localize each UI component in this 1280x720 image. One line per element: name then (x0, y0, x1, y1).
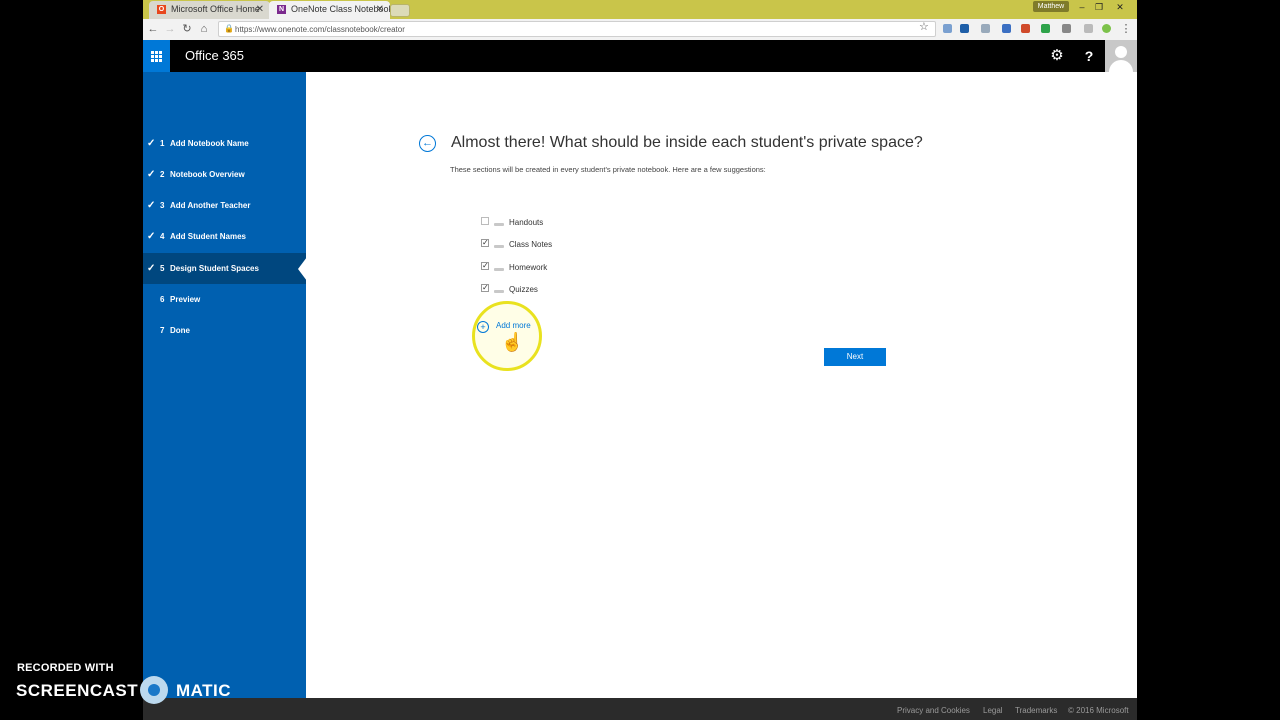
step-number: 1 (160, 139, 165, 148)
drag-handle-icon[interactable] (494, 223, 504, 226)
tab-strip: O Microsoft Office Home ✕ N OneNote Clas… (143, 0, 1137, 19)
extension-icon[interactable] (1062, 24, 1071, 33)
waffle-icon (151, 51, 162, 62)
extension-icon[interactable] (943, 24, 952, 33)
checkmark-icon: ✓ (147, 169, 156, 180)
checkmark-icon: ✓ (482, 261, 489, 270)
watermark-matic: MATIC (176, 681, 232, 700)
step-number: 3 (160, 201, 165, 210)
app-launcher-button[interactable] (143, 40, 170, 72)
step-label: Add Student Names (170, 232, 247, 241)
back-arrow-icon[interactable]: ← (419, 135, 436, 152)
bookmark-star-icon[interactable]: ☆ (919, 20, 929, 34)
step-label: Preview (170, 295, 201, 304)
section-checkbox[interactable]: ✓ (481, 262, 489, 270)
active-step-indicator (298, 257, 307, 281)
office-logo-icon: O (157, 5, 166, 14)
page-subtitle: These sections will be created in every … (450, 165, 766, 174)
step-number: 7 (160, 326, 165, 335)
sidebar-step-done: 7 Done (143, 315, 306, 346)
footer-link-trademarks[interactable]: Trademarks (1015, 698, 1057, 720)
tab-label: Microsoft Office Home (171, 4, 260, 14)
drag-handle-icon[interactable] (494, 290, 504, 293)
minimize-icon[interactable]: – (1073, 1, 1091, 15)
url-text: https://www.onenote.com/classnotebook/cr… (235, 25, 405, 34)
sidebar-step-add-another-teacher[interactable]: ✓ 3 Add Another Teacher (143, 190, 306, 221)
sidebar-step-notebook-overview[interactable]: ✓ 2 Notebook Overview (143, 159, 306, 190)
step-label: Add Another Teacher (170, 201, 251, 210)
extension-icon[interactable] (1102, 24, 1111, 33)
section-label: Quizzes (509, 285, 538, 294)
section-checkbox[interactable]: ✓ (481, 239, 489, 247)
add-more-label: Add more (496, 321, 531, 330)
help-icon[interactable]: ? (1073, 40, 1105, 72)
menu-kebab-icon[interactable]: ⋮ (1119, 22, 1133, 36)
checkmark-icon: ✓ (147, 231, 156, 242)
screencast-logo-icon (140, 676, 168, 704)
next-button[interactable]: Next (824, 348, 886, 366)
avatar[interactable] (1105, 40, 1137, 72)
sidebar-step-design-student-spaces[interactable]: ✓ 5 Design Student Spaces (143, 253, 306, 284)
window-close-icon[interactable]: ✕ (1111, 1, 1129, 15)
sidebar-step-preview: 6 Preview (143, 284, 306, 315)
checkmark-icon: ✓ (147, 200, 156, 211)
browser-window: O Microsoft Office Home ✕ N OneNote Clas… (143, 0, 1137, 720)
watermark-recorded-with: RECORDED WITH (17, 662, 114, 674)
hand-cursor-icon: ☝ (501, 332, 524, 352)
section-label: Class Notes (509, 240, 553, 249)
sidebar-step-add-notebook-name[interactable]: ✓ 1 Add Notebook Name (143, 128, 306, 159)
gear-icon[interactable]: ⚙ (1041, 40, 1073, 72)
back-icon[interactable]: ← (146, 22, 160, 36)
onenote-logo-icon: N (277, 5, 286, 14)
section-checkbox[interactable]: ✓ (481, 284, 489, 292)
browser-toolbar: ← → ↻ ⌂ 🔒 https://www.onenote.com/classn… (143, 19, 1137, 41)
drag-handle-icon[interactable] (494, 245, 504, 248)
o365-header: Office 365 ⚙ ? (143, 40, 1137, 72)
step-label: Add Notebook Name (170, 139, 249, 148)
section-label: Homework (509, 263, 548, 272)
checkmark-icon: ✓ (147, 263, 156, 274)
reload-icon[interactable]: ↻ (180, 22, 194, 36)
profile-chip[interactable]: Matthew (1033, 1, 1069, 12)
checkmark-icon: ✓ (482, 283, 489, 292)
sidebar-step-add-student-names[interactable]: ✓ 4 Add Student Names (143, 221, 306, 252)
extension-icon[interactable] (1041, 24, 1050, 33)
restore-icon[interactable]: ❐ (1090, 1, 1108, 15)
checkmark-icon: ✓ (147, 138, 156, 149)
extension-icon[interactable] (1021, 24, 1030, 33)
section-label: Handouts (509, 218, 544, 227)
step-number: 5 (160, 264, 165, 273)
new-tab-button[interactable] (390, 4, 410, 17)
step-label: Done (170, 326, 190, 335)
home-icon[interactable]: ⌂ (197, 22, 211, 36)
tab-onenote-class-notebook[interactable]: N OneNote Class Notebook ✕ (269, 1, 390, 19)
wizard-sidebar: ✓ 1 Add Notebook Name ✓ 2 Notebook Overv… (143, 72, 307, 698)
drag-handle-icon[interactable] (494, 268, 504, 271)
checkmark-icon: ✓ (482, 238, 489, 247)
forward-icon[interactable]: → (163, 22, 177, 36)
close-icon[interactable]: ✕ (376, 1, 384, 18)
plus-circle-icon: + (477, 321, 489, 333)
extension-icon[interactable] (1084, 24, 1093, 33)
page-footer: Privacy and Cookies Legal Trademarks © 2… (143, 698, 1137, 720)
extension-icon[interactable] (981, 24, 990, 33)
address-bar[interactable]: 🔒 https://www.onenote.com/classnotebook/… (218, 21, 936, 37)
footer-link-legal[interactable]: Legal (983, 698, 1003, 720)
lock-icon: 🔒 (224, 24, 234, 33)
step-number: 2 (160, 170, 165, 179)
extension-icon[interactable] (960, 24, 969, 33)
page-title: Almost there! What should be inside each… (451, 134, 923, 151)
extension-icon[interactable] (1002, 24, 1011, 33)
step-number: 6 (160, 295, 165, 304)
step-label: Design Student Spaces (170, 264, 259, 273)
section-checkbox[interactable] (481, 217, 489, 225)
step-label: Notebook Overview (170, 170, 245, 179)
tab-office-home[interactable]: O Microsoft Office Home ✕ (149, 1, 270, 19)
watermark-screencast: SCREENCAST (16, 681, 139, 700)
step-number: 4 (160, 232, 165, 241)
footer-copyright: © 2016 Microsoft (1068, 706, 1129, 715)
close-icon[interactable]: ✕ (256, 1, 264, 18)
brand-title[interactable]: Office 365 (185, 40, 244, 72)
footer-link-privacy[interactable]: Privacy and Cookies (897, 698, 970, 720)
